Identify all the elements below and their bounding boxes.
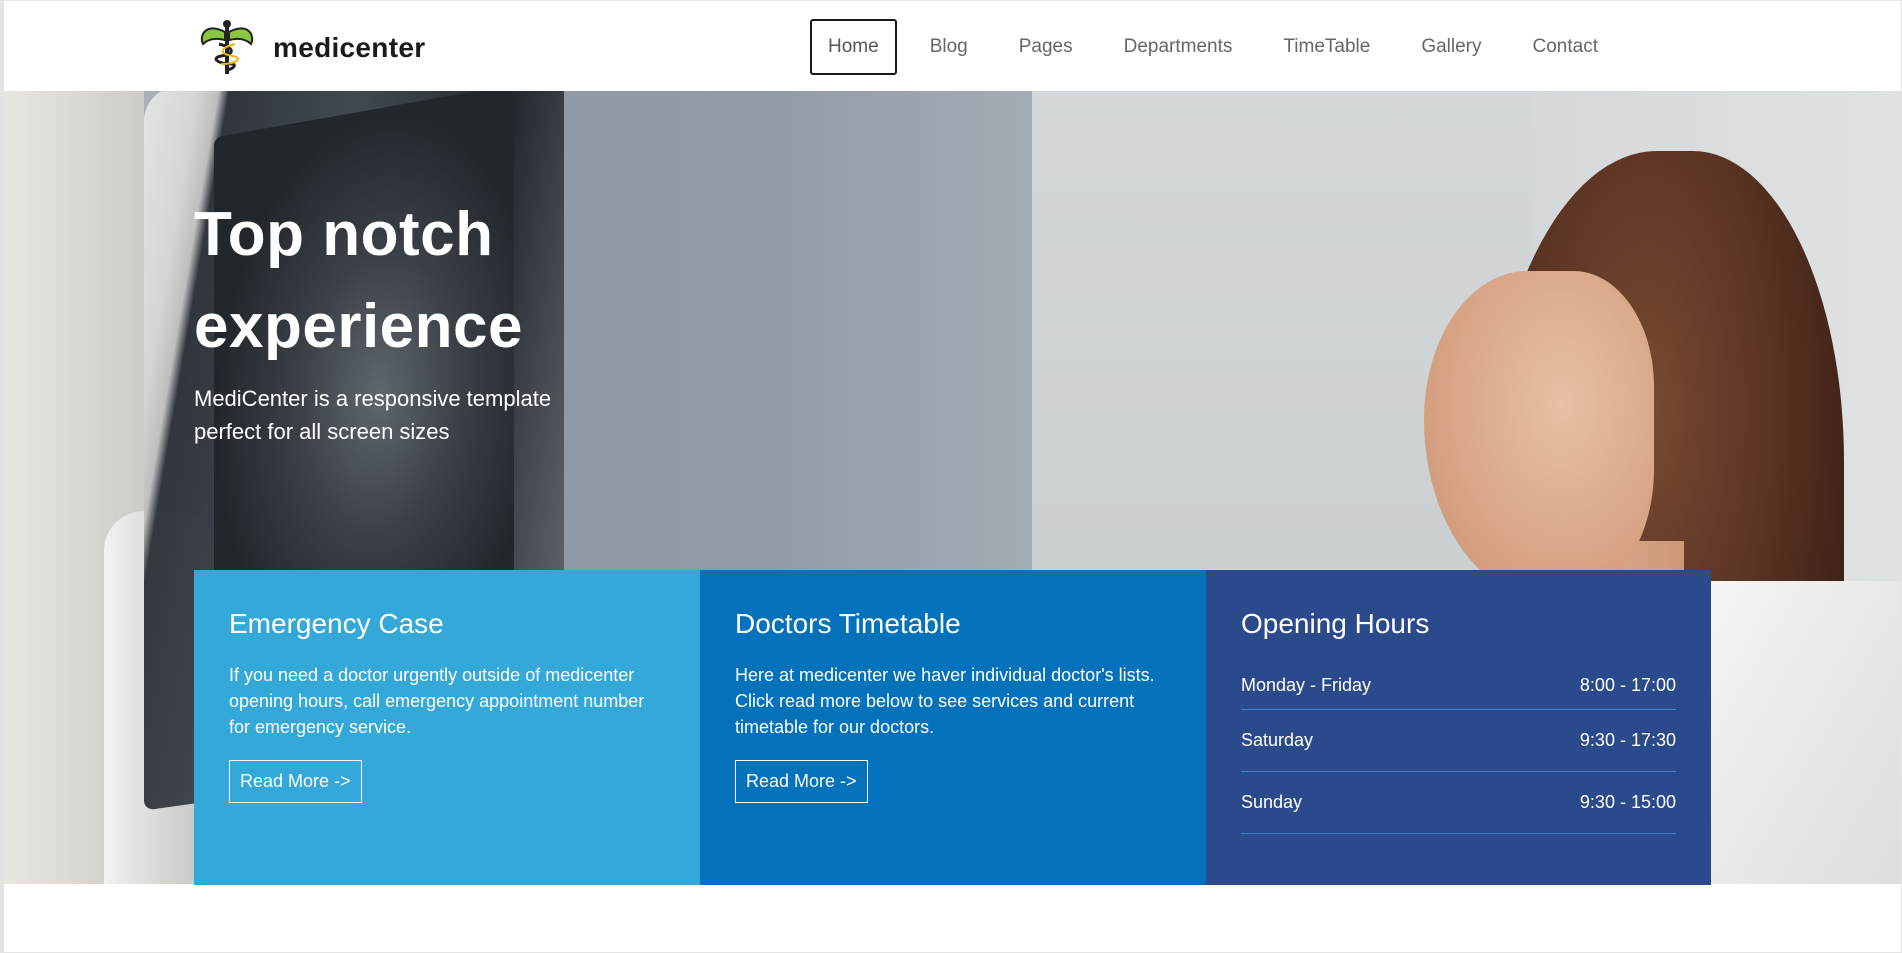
hours-time: 9:30 - 15:00 (1579, 792, 1676, 812)
emergency-card-text: If you need a doctor urgently outside of… (229, 665, 645, 737)
site-header: medicenter Home Blog Pages Departments T… (4, 0, 1901, 91)
hours-day: Monday - Friday (1241, 675, 1372, 695)
hours-day: Saturday (1241, 730, 1314, 750)
opening-hours-title: Opening Hours (1241, 608, 1430, 639)
hero-subtitle: MediCenter is a responsive template perf… (194, 386, 552, 444)
opening-hours-card: Opening Hours Monday - Friday 8:00 - 17:… (1206, 570, 1711, 885)
emergency-card-title: Emergency Case (229, 608, 444, 639)
info-cards: Emergency Case If you need a doctor urge… (194, 570, 1711, 885)
hours-row: Sunday 9:30 - 15:00 (1241, 772, 1676, 834)
nav-item-timetable[interactable]: TimeTable (1265, 19, 1388, 75)
caduceus-icon (200, 20, 254, 74)
hours-time: 9:30 - 17:30 (1579, 730, 1676, 750)
hours-row: Monday - Friday 8:00 - 17:00 (1241, 662, 1676, 710)
main-nav: Home Blog Pages Departments TimeTable Ga… (810, 19, 1631, 75)
emergency-card: Emergency Case If you need a doctor urge… (194, 570, 700, 885)
timetable-card: Doctors Timetable Here at medicenter we … (700, 570, 1206, 885)
hero-title: Top notch experience (194, 189, 654, 373)
hours-row: Saturday 9:30 - 17:30 (1241, 710, 1676, 772)
brand-name: medicenter (273, 32, 426, 63)
hero-title-line2: experience (194, 292, 523, 361)
nav-item-contact[interactable]: Contact (1515, 19, 1616, 75)
timetable-card-title: Doctors Timetable (735, 608, 961, 639)
timetable-card-text: Here at medicenter we haver individual d… (735, 665, 1155, 737)
opening-hours-list: Monday - Friday 8:00 - 17:00 Saturday 9:… (1241, 662, 1676, 834)
hero-title-line1: Top notch (194, 200, 494, 269)
emergency-read-more-button[interactable]: Read More -> (229, 760, 362, 803)
timetable-read-more-button[interactable]: Read More -> (735, 760, 868, 803)
nav-item-blog[interactable]: Blog (912, 19, 986, 75)
hours-day: Sunday (1241, 792, 1303, 812)
hours-time: 8:00 - 17:00 (1579, 675, 1676, 695)
logo[interactable]: medicenter (197, 18, 425, 78)
hero-patient-face (1424, 271, 1654, 601)
nav-item-pages[interactable]: Pages (1001, 19, 1091, 75)
nav-item-departments[interactable]: Departments (1106, 19, 1251, 75)
nav-item-home[interactable]: Home (810, 19, 897, 75)
nav-item-gallery[interactable]: Gallery (1403, 19, 1499, 75)
